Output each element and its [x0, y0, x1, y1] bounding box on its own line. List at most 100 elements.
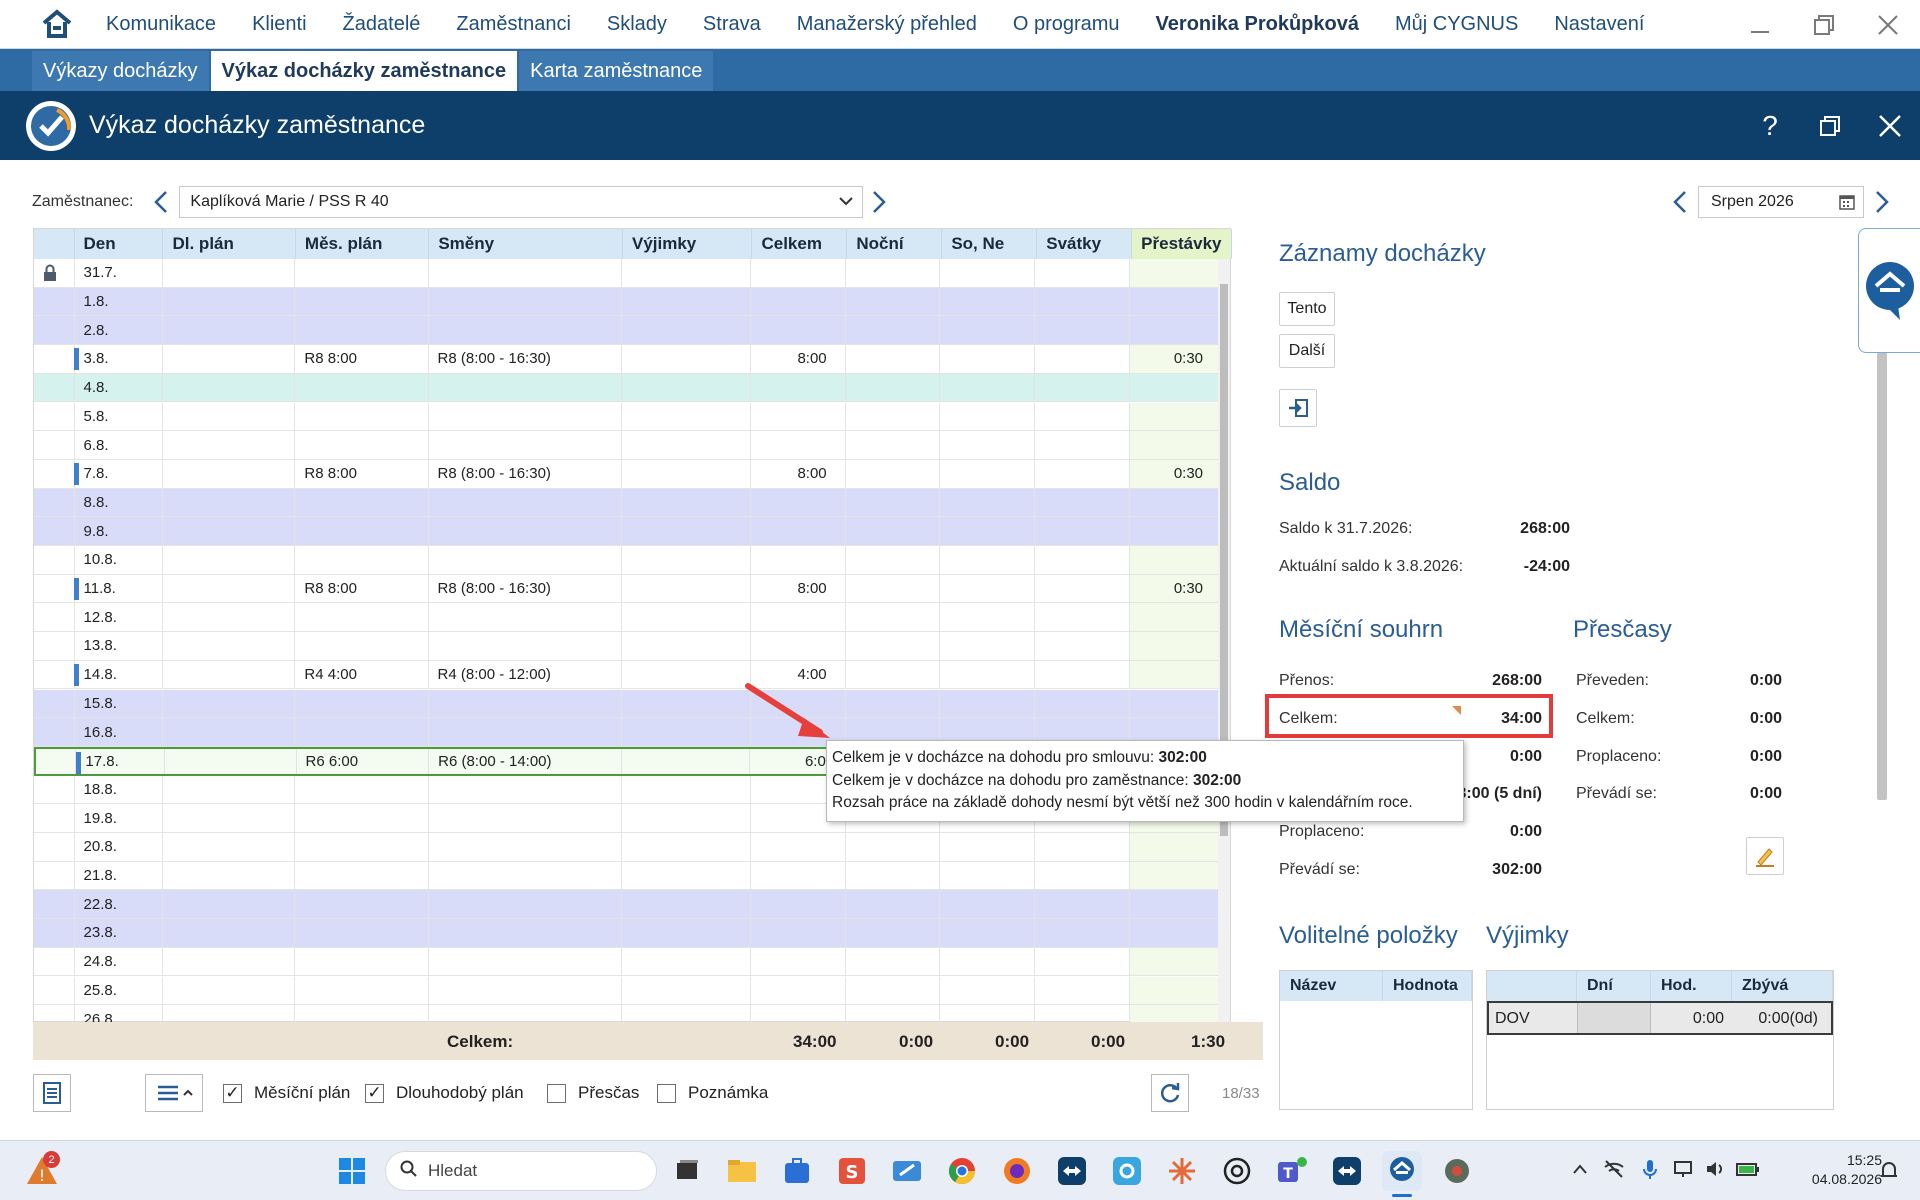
cell-den[interactable]: 22.8. [75, 890, 164, 919]
cell-den[interactable]: 18.8. [75, 775, 164, 804]
cell-nocni[interactable] [846, 373, 941, 402]
cell-vyjimky[interactable] [622, 976, 751, 1005]
checkbox-poznamka[interactable]: Poznámka [657, 1083, 768, 1103]
cell-dl[interactable] [163, 402, 296, 431]
start-icon[interactable] [332, 1151, 372, 1191]
cell-vyjimky[interactable] [622, 1005, 751, 1023]
cell-mes[interactable] [295, 431, 429, 459]
row-status-cell[interactable] [34, 459, 75, 488]
employee-select[interactable]: Kaplíková Marie / PSS R 40 [179, 186, 864, 218]
cell-sone[interactable] [940, 919, 1036, 947]
cell-celkem[interactable] [751, 546, 846, 574]
cell-sone[interactable] [940, 603, 1036, 632]
prev-month-icon[interactable] [1668, 187, 1692, 217]
cell-dl[interactable] [163, 804, 296, 832]
tento-button[interactable]: Tento [1279, 292, 1335, 326]
cell-vyjimky[interactable] [622, 488, 751, 517]
cell-den[interactable]: 4.8. [75, 373, 164, 402]
menu-sklady[interactable]: Sklady [589, 13, 685, 36]
col-mes-plan[interactable]: Měs. plán [296, 229, 430, 259]
grid-scrollbar[interactable] [1218, 259, 1230, 1023]
tab-vykazy-dochazky[interactable]: Výkazy docházky [32, 51, 209, 91]
col-prestavky[interactable]: Přestávky [1132, 229, 1233, 259]
row-status-cell[interactable] [34, 259, 75, 287]
row-status-cell[interactable] [34, 316, 75, 345]
cell-den[interactable]: 2.8. [75, 316, 164, 345]
dalsi-button[interactable]: Další [1279, 334, 1335, 368]
cell-nocni[interactable] [846, 546, 941, 574]
next-employee-icon[interactable] [867, 187, 891, 217]
cell-svatky[interactable] [1035, 574, 1131, 603]
chatgpt-icon[interactable] [1217, 1151, 1257, 1191]
cell-nocni[interactable] [846, 689, 941, 718]
cell-prestavky[interactable] [1130, 947, 1222, 976]
table-row[interactable]: 25.8. [34, 976, 1222, 1006]
cell-svatky[interactable] [1035, 1005, 1131, 1023]
cell-vyjimky[interactable] [622, 861, 751, 890]
cell-smeny[interactable]: R8 (8:00 - 16:30) [429, 459, 622, 488]
cell-mes[interactable] [295, 517, 429, 545]
cell-vyjimky[interactable] [622, 947, 751, 976]
cell-den[interactable]: 16.8. [75, 718, 164, 746]
cell-svatky[interactable] [1035, 833, 1131, 861]
row-status-cell[interactable] [34, 373, 75, 402]
cell-smeny[interactable] [429, 976, 622, 1005]
cell-celkem[interactable] [751, 488, 846, 517]
cell-dl[interactable] [163, 287, 296, 316]
cell-smeny[interactable]: R8 (8:00 - 16:30) [429, 574, 622, 603]
cell-den[interactable]: 19.8. [75, 804, 164, 832]
cell-smeny[interactable] [429, 861, 622, 890]
cell-den[interactable]: 1.8. [75, 287, 164, 316]
cell-nocni[interactable] [846, 316, 941, 345]
cell-mes[interactable] [295, 947, 429, 976]
cell-mes[interactable] [295, 689, 429, 718]
cell-smeny[interactable] [429, 632, 622, 660]
window-close-icon[interactable] [1860, 91, 1920, 160]
col-den[interactable]: Den [75, 229, 164, 259]
next-month-icon[interactable] [1870, 187, 1894, 217]
cell-prestavky[interactable]: 0:30 [1130, 459, 1222, 488]
cell-sone[interactable] [940, 632, 1036, 660]
cell-mes[interactable]: R8 8:00 [295, 574, 429, 603]
checkbox-prescas-box[interactable] [547, 1083, 566, 1103]
cell-prestavky[interactable] [1130, 689, 1222, 718]
cell-smeny[interactable] [429, 947, 622, 976]
table-row[interactable]: 9.8. [34, 517, 1222, 546]
cell-smeny[interactable] [429, 775, 622, 804]
table-row[interactable]: 15.8. [34, 689, 1222, 719]
menu-toggle-button[interactable] [145, 1074, 203, 1112]
cell-mes[interactable]: R6 6:00 [297, 748, 430, 774]
cell-celkem[interactable] [751, 603, 846, 632]
cell-mes[interactable] [295, 833, 429, 861]
cell-vyjimky[interactable] [622, 603, 751, 632]
cell-sone[interactable] [940, 345, 1036, 373]
cell-dl[interactable] [163, 718, 296, 746]
task-view-icon[interactable] [667, 1151, 707, 1191]
cell-svatky[interactable] [1035, 402, 1131, 431]
cell-svatky[interactable] [1035, 459, 1131, 488]
cell-svatky[interactable] [1035, 259, 1131, 287]
help-icon[interactable]: ? [1740, 91, 1800, 160]
table-row[interactable]: 2.8. [34, 316, 1222, 346]
cell-den[interactable]: 14.8. [75, 660, 164, 689]
cell-smeny[interactable] [429, 402, 622, 431]
cell-sone[interactable] [940, 287, 1036, 316]
cell-den[interactable]: 5.8. [75, 402, 164, 431]
cell-celkem[interactable] [751, 517, 846, 545]
network-off-icon[interactable] [1596, 1159, 1632, 1184]
cell-sone[interactable] [940, 660, 1036, 689]
cell-mes[interactable] [295, 804, 429, 832]
row-status-cell[interactable] [34, 517, 75, 545]
table-row[interactable]: 24.8. [34, 947, 1222, 977]
cell-dl[interactable] [163, 316, 296, 345]
tab-vykaz-dochazky-zamestnance[interactable]: Výkaz docházky zaměstnance [210, 51, 518, 91]
cell-svatky[interactable] [1035, 488, 1131, 517]
cell-den[interactable]: 10.8. [75, 546, 164, 574]
cell-nocni[interactable] [846, 259, 941, 287]
cell-mes[interactable] [295, 287, 429, 316]
cell-vyjimky[interactable] [622, 459, 751, 488]
cell-prestavky[interactable] [1130, 660, 1222, 689]
cell-mes[interactable] [295, 546, 429, 574]
cell-svatky[interactable] [1035, 431, 1131, 459]
cell-dl[interactable] [165, 748, 297, 774]
